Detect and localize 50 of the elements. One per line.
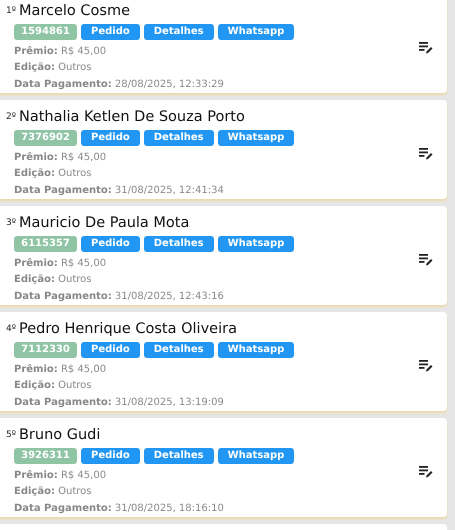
winner-name: Mauricio De Paula Mota: [18, 214, 190, 232]
detail-text: Data Pagamento: 31/08/2025, 18:16:10: [13, 502, 225, 516]
code-tag: 1594861: [14, 24, 77, 40]
code-tag: 6115357: [14, 236, 77, 252]
code-tag: 7376902: [14, 130, 77, 146]
detail-text: Edição: Outros: [13, 379, 92, 394]
detail-text: Data Pagamento: 31/08/2025, 12:43:16: [13, 290, 225, 304]
detail-text: Data Pagamento: 31/08/2025, 13:19:09: [13, 396, 225, 410]
action-button[interactable]: Detalhes: [144, 448, 214, 464]
detail-text: Prêmio: R$ 45,00: [13, 362, 108, 377]
action-button[interactable]: Whatsapp: [218, 448, 294, 464]
action-button[interactable]: Whatsapp: [218, 130, 294, 146]
edit-list-icon[interactable]: [419, 42, 433, 54]
rank-number: 3º: [6, 217, 16, 230]
action-button[interactable]: Pedido: [81, 236, 140, 252]
action-button[interactable]: Pedido: [81, 448, 140, 464]
winner-name: Pedro Henrique Costa Oliveira: [18, 320, 237, 338]
action-button[interactable]: Pedido: [81, 130, 140, 146]
rank-number: 5º: [6, 429, 16, 442]
detail-text: Data Pagamento: 28/08/2025, 12:33:29: [13, 78, 225, 92]
code-tag: 7112330: [14, 342, 77, 358]
winner-name: Bruno Gudi: [18, 426, 100, 444]
detail-text: Edição: Outros: [13, 167, 92, 182]
action-button[interactable]: Detalhes: [144, 130, 214, 146]
action-button[interactable]: Whatsapp: [218, 342, 294, 358]
winner-name: Nathalia Ketlen De Souza Porto: [18, 108, 245, 126]
action-button[interactable]: Pedido: [81, 24, 140, 40]
detail-text: Edição: Outros: [13, 273, 92, 288]
code-tag: 3926311: [14, 448, 77, 464]
action-button[interactable]: Detalhes: [144, 24, 214, 40]
action-button[interactable]: Pedido: [81, 342, 140, 358]
detail-text: Prêmio: R$ 45,00: [13, 256, 108, 271]
action-button[interactable]: Detalhes: [144, 236, 214, 252]
detail-text: Data Pagamento: 31/08/2025, 12:41:34: [13, 184, 225, 198]
edit-list-icon[interactable]: [419, 466, 433, 478]
action-button[interactable]: Whatsapp: [218, 24, 294, 40]
detail-text: Edição: Outros: [13, 61, 92, 76]
detail-text: Prêmio: R$ 45,00: [13, 150, 108, 165]
detail-text: Edição: Outros: [13, 485, 92, 500]
edit-list-icon[interactable]: [419, 148, 433, 160]
action-button[interactable]: Detalhes: [144, 342, 214, 358]
action-button[interactable]: Whatsapp: [218, 236, 294, 252]
winner-name: Marcelo Cosme: [18, 2, 130, 20]
detail-text: Prêmio: R$ 45,00: [13, 468, 108, 483]
detail-text: Prêmio: R$ 45,00: [13, 44, 108, 59]
rank-number: 4º: [6, 323, 16, 336]
rank-number: 2º: [6, 111, 16, 124]
edit-list-icon[interactable]: [419, 254, 433, 266]
rank-number: 1º: [6, 5, 16, 18]
edit-list-icon[interactable]: [419, 360, 433, 372]
